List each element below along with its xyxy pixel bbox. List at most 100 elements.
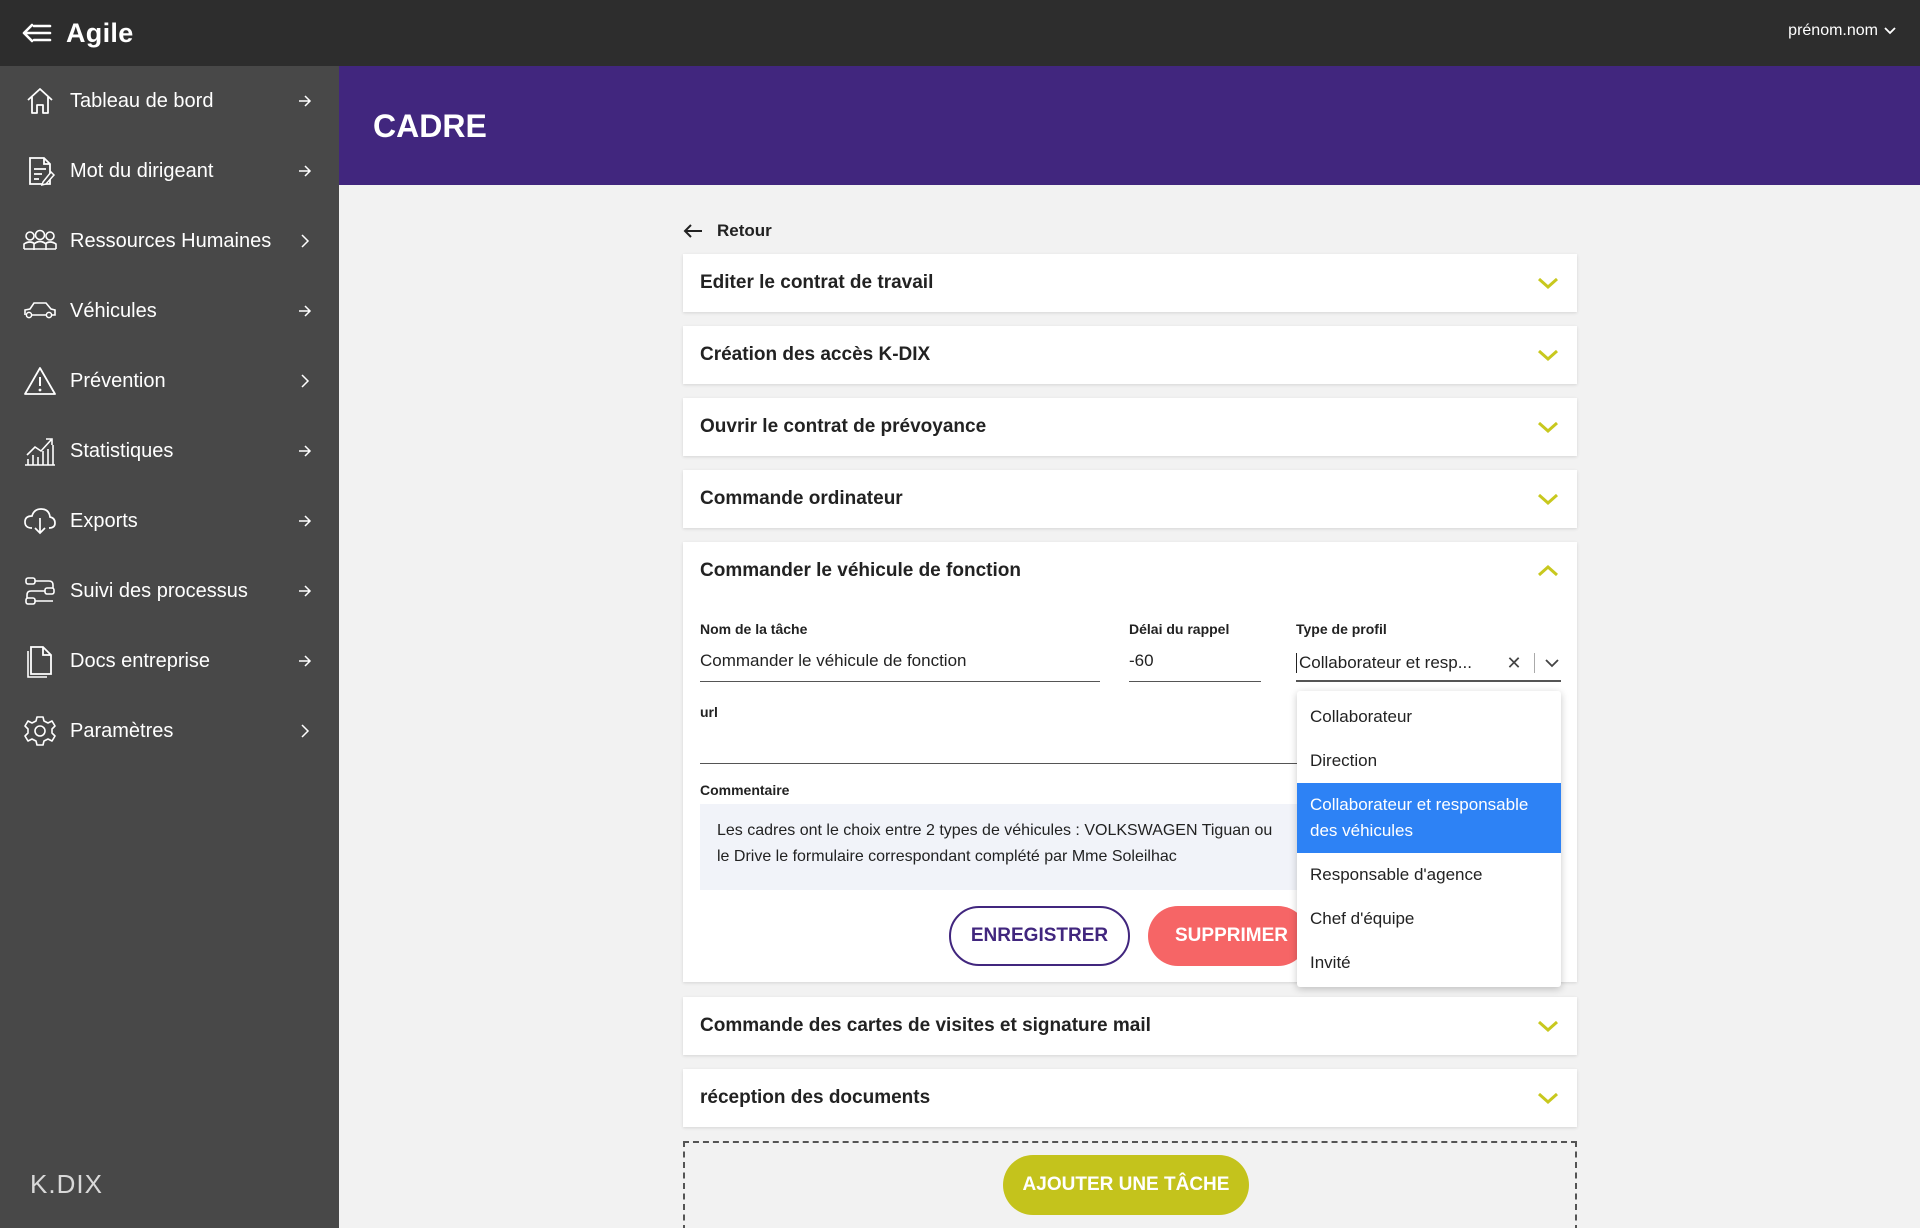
dropdown-option-direction[interactable]: Direction [1297,739,1561,783]
sidebar-item-label: Prévention [70,369,166,392]
profile-select[interactable]: Collaborateur et resp... ✕ [1296,646,1561,682]
sidebar-item-label: Tableau de bord [70,89,214,112]
process-icon [22,573,58,609]
arrow-right-icon [295,511,315,531]
sidebar-item-label: Véhicules [70,299,157,322]
accordion-header[interactable]: réception des documents [683,1069,1577,1127]
sidebar-item-label: Mot du dirigeant [70,159,214,182]
back-label: Retour [717,221,772,240]
arrow-right-icon [295,91,315,111]
home-icon [22,83,58,119]
accordion-header[interactable]: Commande des cartes de visites et signat… [683,997,1577,1055]
sidebar-item-label: Exports [70,509,138,532]
chevron-down-icon [1538,421,1558,434]
sidebar-item-parametres[interactable]: Paramètres [0,696,339,766]
arrow-left-icon [683,224,702,238]
comment-textarea[interactable]: Les cadres ont le choix entre 2 types de… [700,804,1300,890]
dropdown-option-collaborateur-responsable[interactable]: Collaborateur et responsable des véhicul… [1297,783,1561,853]
task-name-input[interactable] [700,646,1100,682]
sidebar-item-docs-entreprise[interactable]: Docs entreprise [0,626,339,696]
app-title: Agile [66,17,134,48]
chevron-down-icon [1538,493,1558,506]
warning-icon [22,363,58,399]
chart-icon [22,433,58,469]
user-menu[interactable]: prénom.nom [1788,22,1896,40]
page-header: CADRE [339,66,1920,185]
sidebar-item-suivi-des-processus[interactable]: Suivi des processus [0,556,339,626]
arrow-right-icon [295,441,315,461]
clear-icon[interactable]: ✕ [1502,653,1526,674]
task-name-label: Nom de la tâche [700,621,808,637]
save-button[interactable]: ENREGISTRER [949,906,1130,966]
comment-label: Commentaire [700,782,790,798]
accordion-title: réception des documents [700,1087,931,1108]
user-name: prénom.nom [1788,22,1878,39]
add-task-zone: AJOUTER UNE TÂCHE [683,1141,1577,1228]
car-icon [22,293,58,329]
profile-select-value: Collaborateur et resp... [1296,653,1502,673]
main-content: Retour Editer le contrat de travail Créa… [339,185,1920,1228]
arrow-right-icon [295,301,315,321]
dropdown-option-invite[interactable]: Invité [1297,941,1561,985]
document-edit-icon [22,153,58,189]
accordion-header[interactable]: Commander le véhicule de fonction [683,542,1577,600]
accordion-title: Commander le véhicule de fonction [700,560,1021,581]
accordion-cartes-visites: Commande des cartes de visites et signat… [683,997,1577,1055]
accordion-title: Commande des cartes de visites et signat… [700,1015,1151,1036]
menu-back-icon[interactable] [22,21,52,45]
chevron-down-icon [1538,1020,1558,1033]
delete-button[interactable]: SUPPRIMER [1148,906,1308,966]
sidebar-item-statistiques[interactable]: Statistiques [0,416,339,486]
comment-line: Les cadres ont le choix entre 2 types de… [717,822,1273,839]
chevron-down-icon [1538,349,1558,362]
chevron-down-icon[interactable] [1543,658,1561,668]
accordion-editer-contrat: Editer le contrat de travail [683,254,1577,312]
dropdown-option-collaborateur[interactable]: Collaborateur [1297,695,1561,739]
chevron-down-icon [1884,27,1896,35]
sidebar-item-tableau-de-bord[interactable]: Tableau de bord [0,66,339,136]
accordion-commande-ordinateur: Commande ordinateur [683,470,1577,528]
accordion-header[interactable]: Création des accès K-DIX [683,326,1577,384]
delay-input[interactable] [1129,646,1261,682]
add-task-button[interactable]: AJOUTER UNE TÂCHE [1003,1155,1249,1215]
profile-dropdown-menu: Collaborateur Direction Collaborateur et… [1297,691,1561,987]
accordion-header[interactable]: Editer le contrat de travail [683,254,1577,312]
url-label: url [700,704,718,720]
chevron-right-icon [295,231,315,251]
sidebar: Tableau de bord Mot du dirigeant Ressour… [0,66,339,1228]
chevron-down-icon [1538,1092,1558,1105]
dropdown-option-responsable-agence[interactable]: Responsable d'agence [1297,853,1561,897]
accordion-title: Commande ordinateur [700,488,903,509]
accordion-contrat-prevoyance: Ouvrir le contrat de prévoyance [683,398,1577,456]
sidebar-item-label: Docs entreprise [70,649,211,672]
file-icon [22,643,58,679]
brand-logo: K.DIX [30,1169,103,1199]
accordion-title: Ouvrir le contrat de prévoyance [700,416,987,437]
sidebar-item-exports[interactable]: Exports [0,486,339,556]
arrow-right-icon [295,161,315,181]
download-cloud-icon [22,503,58,539]
profile-label: Type de profil [1296,621,1387,637]
accordion-reception-documents: réception des documents [683,1069,1577,1127]
comment-line: le Drive le formulaire correspondant com… [717,848,1177,865]
arrow-right-icon [295,651,315,671]
arrow-right-icon [295,581,315,601]
back-link[interactable]: Retour [683,221,772,241]
chevron-up-icon [1538,564,1558,577]
sidebar-item-prevention[interactable]: Prévention [0,346,339,416]
accordion-creation-acces: Création des accès K-DIX [683,326,1577,384]
sidebar-item-mot-du-dirigeant[interactable]: Mot du dirigeant [0,136,339,206]
top-bar: Agile prénom.nom [0,0,1920,66]
accordion-title: Editer le contrat de travail [700,272,934,293]
delay-label: Délai du rappel [1129,621,1230,637]
page-title: CADRE [373,108,487,144]
gear-icon [22,713,58,749]
sidebar-item-vehicules[interactable]: Véhicules [0,276,339,346]
accordion-header[interactable]: Ouvrir le contrat de prévoyance [683,398,1577,456]
dropdown-option-chef-equipe[interactable]: Chef d'équipe [1297,897,1561,941]
chevron-right-icon [295,721,315,741]
select-separator [1534,653,1535,673]
accordion-header[interactable]: Commande ordinateur [683,470,1577,528]
sidebar-item-ressources-humaines[interactable]: Ressources Humaines [0,206,339,276]
sidebar-item-label: Suivi des processus [70,579,248,602]
